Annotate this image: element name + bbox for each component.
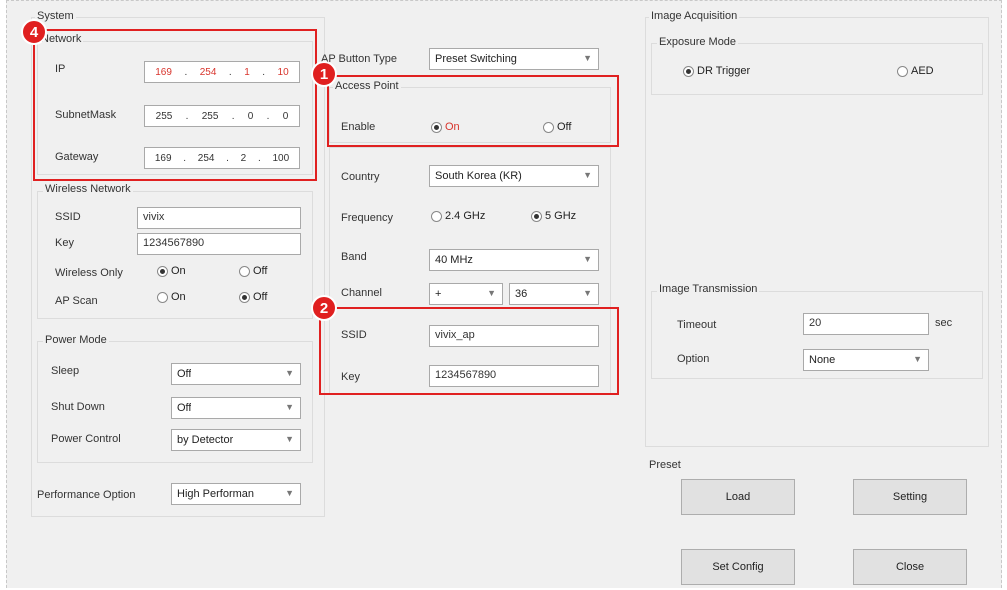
power-control-dropdown[interactable]: by Detector ▼ [171,429,301,451]
band-label: Band [341,251,367,263]
exposure-mode-title: Exposure Mode [657,36,739,48]
annotation-badge-2: 2 [311,295,337,321]
annotation-badge-4: 4 [21,19,47,45]
wireless-only-on-radio[interactable]: On [157,265,186,277]
radio-selected-icon [683,65,694,77]
performance-option-dropdown[interactable]: High Performan ▼ [171,483,301,505]
wireless-network-title: Wireless Network [43,183,133,195]
chevron-down-icon: ▼ [285,402,294,412]
wireless-only-off-radio[interactable]: Off [239,265,267,277]
ap-scan-label: AP Scan [55,295,98,307]
sleep-dropdown[interactable]: Off ▼ [171,363,301,385]
country-value: South Korea (KR) [435,170,522,182]
preset-title: Preset [649,459,681,471]
radio-empty-icon [431,210,442,222]
wireless-key-label: Key [55,237,74,249]
power-control-value: by Detector [177,434,234,446]
channel-value: 36 [515,288,528,300]
ap-scan-on-radio[interactable]: On [157,291,186,303]
chevron-down-icon: ▼ [285,434,294,444]
shutdown-label: Shut Down [51,401,105,413]
wireless-only-label: Wireless Only [55,267,123,279]
chevron-down-icon: ▼ [285,488,294,498]
ap-scan-off-label: Off [253,291,268,303]
image-transmission-title: Image Transmission [657,283,760,295]
preset-load-button[interactable]: Load [681,479,795,515]
timeout-input[interactable]: 20 [803,313,929,335]
wireless-only-off-label: Off [253,265,268,277]
wireless-ssid-input[interactable]: vivix [137,207,301,229]
radio-empty-icon [157,291,168,303]
annotation-badge-1: 1 [311,61,337,87]
radio-empty-icon [239,265,250,277]
chevron-down-icon: ▼ [487,288,496,298]
channel-label: Channel [341,287,382,299]
channel-dropdown[interactable]: 36 ▼ [509,283,599,305]
wireless-ssid-label: SSID [55,211,81,223]
frequency-5ghz-radio[interactable]: 5 GHz [531,210,576,222]
option-dropdown[interactable]: None ▼ [803,349,929,371]
shutdown-value: Off [177,402,192,414]
chevron-down-icon: ▼ [583,53,592,63]
config-dialog: System Network IP 169. 254. 1. 10 Subnet… [6,0,1002,588]
chevron-down-icon: ▼ [583,170,592,180]
band-value: 40 MHz [435,254,473,266]
ap-scan-off-radio[interactable]: Off [239,291,267,303]
aed-label: AED [911,65,934,77]
dr-trigger-label: DR Trigger [697,65,751,77]
wireless-only-on-label: On [171,265,186,277]
preset-setting-button[interactable]: Setting [853,479,967,515]
timeout-unit: sec [935,317,953,329]
option-label: Option [677,353,710,365]
performance-option-value: High Performan [177,488,255,500]
frequency-24ghz-radio[interactable]: 2.4 GHz [431,210,485,222]
aed-radio[interactable]: AED [897,65,934,77]
chevron-down-icon: ▼ [913,354,922,364]
sleep-value: Off [177,368,192,380]
ap-button-type-value: Preset Switching [435,53,517,65]
frequency-5ghz-label: 5 GHz [545,210,577,222]
country-label: Country [341,171,380,183]
radio-selected-icon [239,291,250,303]
shutdown-dropdown[interactable]: Off ▼ [171,397,301,419]
radio-selected-icon [157,265,168,277]
close-button[interactable]: Close [853,549,967,585]
wireless-key-input[interactable]: 1234567890 [137,233,301,255]
chevron-down-icon: ▼ [583,288,592,298]
country-dropdown[interactable]: South Korea (KR) ▼ [429,165,599,187]
chevron-down-icon: ▼ [583,254,592,264]
radio-empty-icon [897,65,908,77]
image-acquisition-title: Image Acquisition [649,10,740,22]
performance-option-label: Performance Option [37,489,136,501]
chevron-down-icon: ▼ [285,368,294,378]
timeout-label: Timeout [677,319,717,331]
band-dropdown[interactable]: 40 MHz ▼ [429,249,599,271]
access-point-highlight-box [327,75,619,147]
set-config-button[interactable]: Set Config [681,549,795,585]
ap-button-type-dropdown[interactable]: Preset Switching ▼ [429,48,599,70]
ap-ssid-key-highlight-box [319,307,619,395]
channel-offset-value: + [435,288,442,300]
frequency-24ghz-label: 2.4 GHz [445,210,486,222]
sleep-label: Sleep [51,365,80,377]
dr-trigger-radio[interactable]: DR Trigger [683,65,750,77]
power-mode-title: Power Mode [43,334,109,346]
frequency-label: Frequency [341,212,393,224]
radio-selected-icon [531,210,542,222]
network-highlight-box [33,29,317,181]
ap-scan-on-label: On [171,291,186,303]
power-control-label: Power Control [51,433,121,445]
option-value: None [809,354,836,366]
channel-offset-dropdown[interactable]: + ▼ [429,283,503,305]
